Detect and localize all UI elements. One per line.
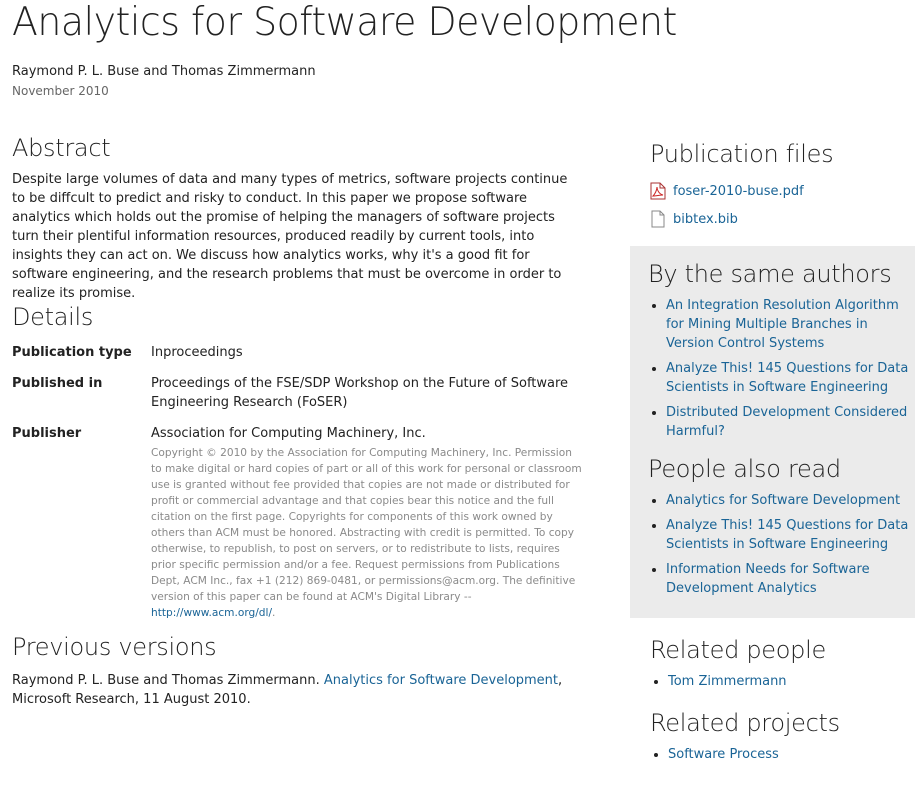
publication-date: November 2010 [12, 84, 109, 98]
copyright-end: . [272, 607, 276, 619]
same-author-link[interactable]: Analyze This! 145 Questions for Data Sci… [666, 361, 908, 395]
pdf-file-icon [650, 182, 666, 200]
copyright-notice: Copyright © 2010 by the Association for … [151, 445, 582, 621]
also-read-heading: People also read [648, 455, 841, 483]
file-link[interactable]: bibtex.bib [673, 212, 738, 227]
also-read-link[interactable]: Analytics for Software Development [666, 493, 900, 508]
related-projects-heading: Related projects [650, 709, 840, 737]
previous-versions-text: Raymond P. L. Buse and Thomas Zimmermann… [12, 671, 582, 709]
list-item: Analytics for Software Development [666, 491, 915, 510]
file-item[interactable]: bibtex.bib [650, 210, 915, 228]
previous-versions-heading: Previous versions [12, 633, 217, 661]
previous-version-link[interactable]: Analytics for Software Development [324, 673, 558, 688]
same-author-link[interactable]: An Integration Resolution Algorithm for … [666, 298, 899, 351]
related-project-link[interactable]: Software Process [668, 747, 779, 762]
list-item: Software Process [668, 745, 915, 764]
copyright-text: Copyright © 2010 by the Association for … [151, 447, 582, 603]
page-title: Analytics for Software Development [12, 0, 677, 45]
abstract-text: Despite large volumes of data and many t… [12, 172, 568, 301]
authors: Raymond P. L. Buse and Thomas Zimmermann [12, 64, 316, 79]
abstract-heading: Abstract [12, 134, 111, 162]
same-author-link[interactable]: Distributed Development Considered Harmf… [666, 405, 907, 439]
related-projects-list: Software Process [650, 745, 915, 764]
related-panel: By the same authors An Integration Resol… [630, 246, 915, 618]
details-row: Published in Proceedings of the FSE/SDP … [12, 374, 582, 424]
list-item: Analyze This! 145 Questions for Data Sci… [666, 516, 915, 554]
list-item: Information Needs for Software Developme… [666, 560, 915, 598]
related-people-heading: Related people [650, 636, 826, 664]
acm-dl-link[interactable]: http://www.acm.org/dl/ [151, 607, 272, 619]
also-read-list: Analytics for Software Development Analy… [648, 491, 915, 598]
details-value: Proceedings of the FSE/SDP Workshop on t… [151, 376, 569, 410]
sidebar: Publication files foser-2010-buse.pdf bi… [630, 140, 915, 770]
related-section: Related people Tom Zimmermann Related pr… [630, 636, 915, 764]
file-item[interactable]: foser-2010-buse.pdf [650, 182, 915, 200]
same-authors-heading: By the same authors [648, 260, 892, 288]
details-row: Publication type Inproceedings [12, 343, 582, 374]
details-key: Publisher [12, 426, 82, 441]
details-key: Published in [12, 376, 103, 391]
list-item: Distributed Development Considered Harmf… [666, 403, 915, 441]
related-person-link[interactable]: Tom Zimmermann [668, 674, 787, 689]
list-item: An Integration Resolution Algorithm for … [666, 296, 915, 353]
list-item: Tom Zimmermann [668, 672, 915, 691]
details-value: Inproceedings [151, 345, 243, 360]
also-read-link[interactable]: Analyze This! 145 Questions for Data Sci… [666, 518, 908, 552]
document-file-icon [650, 210, 666, 228]
details-row: Publisher Association for Computing Mach… [12, 424, 582, 633]
details-key: Publication type [12, 345, 132, 360]
file-link[interactable]: foser-2010-buse.pdf [673, 184, 804, 199]
details-table: Publication type Inproceedings Published… [12, 343, 582, 633]
details-heading: Details [12, 303, 94, 331]
files-heading: Publication files [650, 140, 834, 168]
main-content: Abstract Despite large volumes of data a… [12, 134, 582, 709]
publisher-cell: Association for Computing Machinery, Inc… [151, 424, 582, 633]
publication-files: Publication files foser-2010-buse.pdf bi… [630, 140, 915, 228]
same-authors-list: An Integration Resolution Algorithm for … [648, 296, 915, 441]
details-value: Association for Computing Machinery, Inc… [151, 426, 426, 441]
list-item: Analyze This! 145 Questions for Data Sci… [666, 359, 915, 397]
also-read-link[interactable]: Information Needs for Software Developme… [666, 562, 870, 596]
previous-prefix: Raymond P. L. Buse and Thomas Zimmermann… [12, 673, 324, 688]
related-people-list: Tom Zimmermann [650, 672, 915, 691]
